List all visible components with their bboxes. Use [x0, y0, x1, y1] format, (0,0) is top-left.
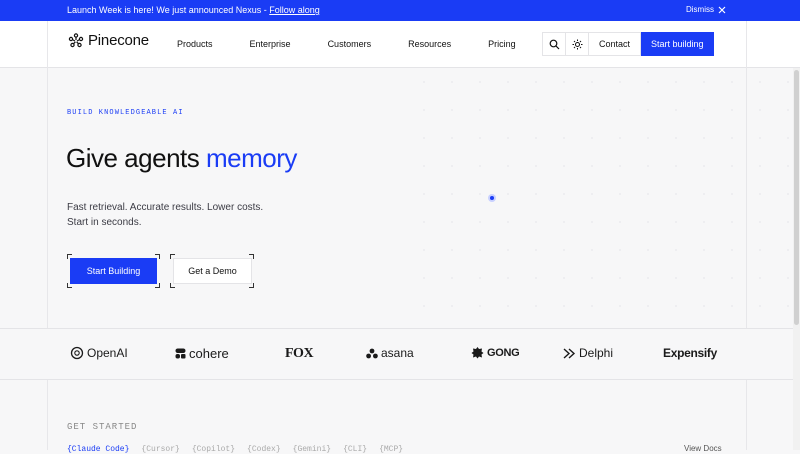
brand-name: Pinecone [88, 32, 149, 49]
nav-link-resources[interactable]: Resources [408, 39, 451, 49]
delphi-icon [563, 347, 576, 359]
corner-bracket [67, 254, 72, 259]
logo-openai: OpenAI [70, 346, 128, 360]
brand-logo[interactable]: Pinecone [68, 32, 149, 49]
corner-bracket [249, 283, 254, 288]
hero-dot-grid [410, 68, 800, 328]
hero-eyebrow: BUILD KNOWLEDGEABLE AI [67, 109, 184, 117]
hero-get-demo-button[interactable]: Get a Demo [173, 258, 252, 284]
logo-expensify-text: Expensify [663, 346, 717, 360]
nav-links: Products Enterprise Customers Resources … [177, 39, 553, 49]
logo-fox: FOX [285, 346, 314, 362]
openai-icon [70, 346, 84, 360]
hero-start-building-button[interactable]: Start Building [70, 258, 157, 284]
nav-link-enterprise[interactable]: Enterprise [250, 39, 291, 49]
headline-accent: memory [205, 143, 297, 173]
nav-link-products[interactable]: Products [177, 39, 213, 49]
corner-bracket [155, 283, 160, 288]
vector-point-marker [488, 194, 496, 202]
logo-delphi: Delphi [563, 346, 613, 360]
get-started-heading: GET STARTED [67, 422, 138, 432]
nav-link-customers[interactable]: Customers [328, 39, 372, 49]
nav-link-pricing[interactable]: Pricing [488, 39, 516, 49]
view-docs-link[interactable]: View Docs [684, 444, 722, 453]
hero-subtext-line1: Fast retrieval. Accurate results. Lower … [67, 202, 264, 213]
dismiss-label: Dismiss [686, 5, 714, 14]
sun-icon [572, 39, 582, 49]
corner-bracket [67, 283, 72, 288]
logo-asana: asana [366, 346, 414, 360]
logo-expensify: Expensify [663, 346, 717, 360]
corner-bracket [170, 283, 175, 288]
scrollbar-thumb[interactable] [794, 70, 799, 325]
banner-text: Launch Week is here! We just announced N… [67, 5, 270, 15]
logo-gong-text: GONG [487, 346, 520, 359]
pinecone-logo-icon [68, 32, 84, 47]
logo-asana-text: asana [381, 346, 414, 360]
headline-plain: Give agents [66, 143, 206, 173]
gong-icon [471, 347, 484, 359]
search-button[interactable] [542, 32, 566, 56]
asana-icon [366, 348, 378, 358]
close-icon [718, 6, 726, 13]
page-scrollbar[interactable] [793, 68, 800, 450]
banner-message: Launch Week is here! We just announced N… [67, 5, 320, 15]
logo-cohere-text: cohere [189, 346, 229, 361]
logo-delphi-text: Delphi [579, 346, 614, 360]
corner-bracket [170, 254, 175, 259]
logo-cohere: cohere [175, 346, 229, 361]
hero-subtext: Fast retrieval. Accurate results. Lower … [67, 200, 307, 230]
contact-button[interactable]: Contact [588, 32, 642, 56]
corner-bracket [249, 254, 254, 259]
nav-actions: Contact Start building [542, 32, 714, 56]
search-icon [549, 39, 559, 49]
logo-fox-text: FOX [285, 346, 314, 361]
hero-headline: Give agents memory [66, 143, 297, 174]
cohere-icon [175, 348, 186, 359]
corner-bracket [155, 254, 160, 259]
start-building-button[interactable]: Start building [641, 32, 714, 56]
logo-openai-text: OpenAI [87, 346, 128, 360]
banner-follow-link[interactable]: Follow along [269, 5, 320, 15]
announcement-banner: Launch Week is here! We just announced N… [0, 0, 800, 21]
logo-gong: GONG [471, 346, 520, 359]
theme-toggle-button[interactable] [565, 32, 589, 56]
dismiss-button[interactable]: Dismiss [686, 5, 726, 14]
hero-subtext-line2: Start in seconds. [67, 217, 142, 228]
